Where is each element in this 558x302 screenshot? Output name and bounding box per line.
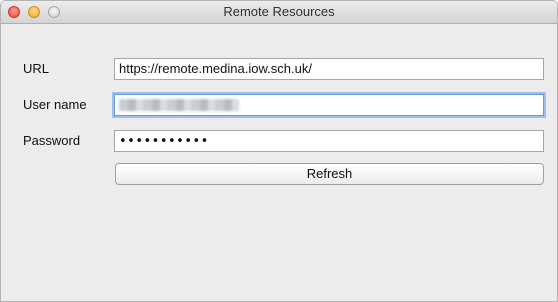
remote-resources-window: Remote Resources URL https://remote.medi… — [0, 0, 558, 302]
redacted-username — [119, 99, 239, 111]
refresh-button[interactable]: Refresh — [115, 163, 544, 185]
username-label: User name — [23, 97, 87, 112]
username-field[interactable] — [114, 94, 544, 116]
title-bar[interactable]: Remote Resources — [1, 1, 557, 24]
password-label: Password — [23, 133, 81, 148]
password-field[interactable]: ••••••••••• — [114, 130, 544, 152]
window-title: Remote Resources — [223, 4, 335, 19]
password-mask: ••••••••••• — [119, 134, 209, 149]
url-field[interactable]: https://remote.medina.iow.sch.uk/ — [114, 58, 544, 80]
url-label: URL — [23, 61, 50, 76]
